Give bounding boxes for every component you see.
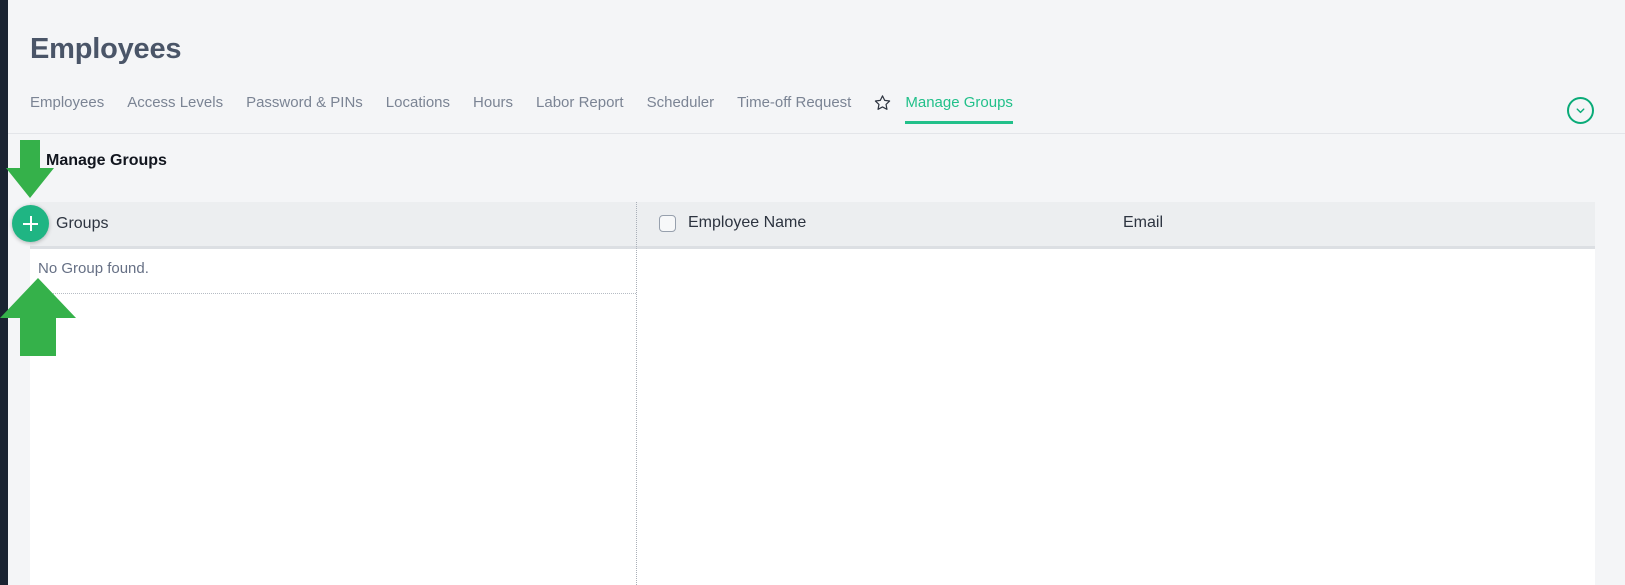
tab-employees[interactable]: Employees [30, 94, 104, 124]
tab-manage-groups[interactable]: Manage Groups [905, 94, 1013, 124]
panel-divider [636, 202, 637, 585]
select-all-checkbox[interactable] [659, 215, 676, 232]
tab-password-pins[interactable]: Password & PINs [246, 94, 363, 124]
tab-scheduler[interactable]: Scheduler [647, 94, 715, 124]
tab-locations[interactable]: Locations [386, 94, 450, 124]
plus-icon-vertical [29, 216, 32, 231]
groups-empty-underline [38, 293, 636, 294]
right-margin [1595, 134, 1625, 585]
page-title: Employees [30, 33, 182, 65]
groups-column-label: Groups [56, 215, 109, 232]
employee-name-column-label: Employee Name [688, 214, 807, 231]
left-nav-rail [0, 0, 8, 585]
tab-access-levels[interactable]: Access Levels [127, 94, 223, 124]
groups-empty-row: No Group found. [30, 249, 636, 294]
employees-header-underline [637, 246, 1595, 249]
tab-time-off-request[interactable]: Time-off Request [737, 94, 851, 124]
tab-hours[interactable]: Hours [473, 94, 513, 124]
tab-labor-report[interactable]: Labor Report [536, 94, 624, 124]
groups-board: Groups Employee Name Email No Group foun… [30, 202, 1595, 585]
sub-header-title: Manage Groups [46, 152, 167, 169]
manage-groups-screen: Employees Employees Access Levels Passwo… [0, 0, 1625, 585]
employees-column-header: Employee Name Email [637, 202, 1595, 246]
page-header: Employees Employees Access Levels Passwo… [8, 0, 1625, 134]
tab-bar: Employees Access Levels Password & PINs … [30, 94, 1625, 134]
collapse-chevron-down-icon[interactable] [1567, 97, 1594, 124]
groups-column-header: Groups [30, 202, 637, 246]
sub-header: Manage Groups [30, 134, 1595, 202]
groups-empty-message: No Group found. [38, 260, 149, 277]
add-group-button[interactable] [12, 205, 49, 242]
email-column-label: Email [1123, 214, 1164, 231]
favorite-star-icon[interactable] [874, 94, 891, 120]
